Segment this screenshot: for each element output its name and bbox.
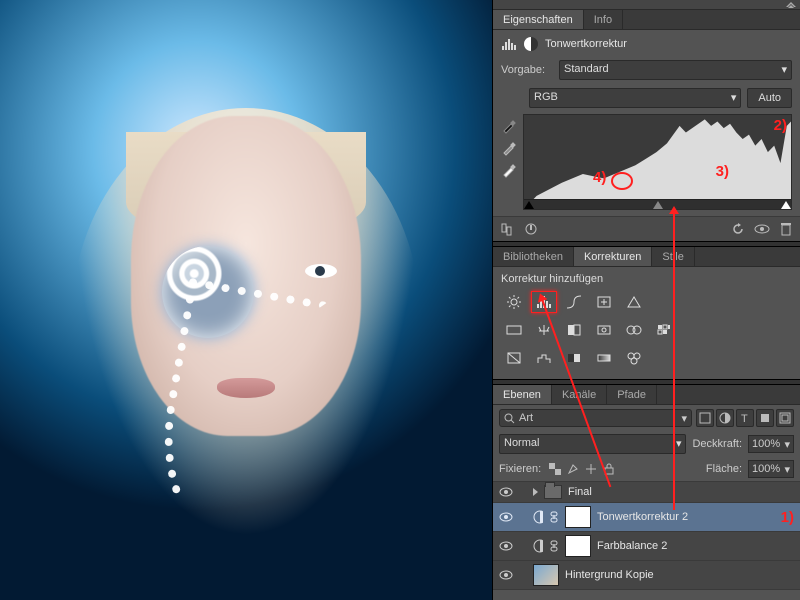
adj-brightness-icon[interactable] [501,291,527,313]
adj-selectivecolor-icon[interactable] [621,347,647,369]
preset-select[interactable]: Standard▾ [559,60,792,80]
group-name[interactable]: Final [568,486,592,498]
visibility-toggle-icon[interactable] [499,485,513,499]
panel-collapse-bar[interactable] [493,0,800,10]
tab-layers[interactable]: Ebenen [493,385,552,404]
right-panel-dock: Eigenschaften Info Tonwertkorrektur Vorg… [492,0,800,600]
lock-row: Fixieren: Fläche: 100%▾ [493,457,800,482]
layer-row[interactable]: Farbbalance 2 [493,532,800,561]
folder-icon [544,485,562,499]
tab-libraries[interactable]: Bibliotheken [493,247,574,266]
reset-icon[interactable] [730,221,746,237]
annotation-1: 1) [781,509,794,526]
blend-mode-row: Normal▾ Deckkraft: 100%▾ [493,431,800,457]
eyedropper-black-icon[interactable] [501,118,517,134]
filter-shape-icon[interactable] [756,409,774,427]
visibility-toggle-icon[interactable] [499,568,513,582]
pin-icon[interactable] [499,221,515,237]
adjustment-name: Tonwertkorrektur [545,38,627,50]
layer-row[interactable]: Hintergrund Kopie [493,561,800,590]
tab-properties[interactable]: Eigenschaften [493,10,584,29]
adj-colorlookup-icon[interactable] [651,319,677,341]
properties-tabbar: Eigenschaften Info [493,10,800,30]
auto-button[interactable]: Auto [747,88,792,108]
properties-panel: Tonwertkorrektur Vorgabe: Standard▾ RGB▾… [493,30,800,216]
levels-icon [501,36,517,52]
canvas-image [0,0,492,600]
tab-corrections[interactable]: Korrekturen [574,247,652,266]
preset-label: Vorgabe: [501,64,553,76]
link-icon[interactable] [549,510,559,524]
adj-curves-icon[interactable] [561,291,587,313]
opacity-label: Deckkraft: [692,438,742,450]
adjustment-layer-icon [533,539,543,553]
filter-pixel-icon[interactable] [696,409,714,427]
adj-invert-icon[interactable] [501,347,527,369]
layer-filter-select[interactable]: Art ▾ [499,409,692,427]
corrections-tabbar: Bibliotheken Korrekturen Stile [493,247,800,267]
fill-label: Fläche: [706,463,742,475]
adj-levels-icon[interactable] [531,291,557,313]
lock-transparency-icon[interactable] [547,461,563,477]
add-correction-label: Korrektur hinzufügen [501,273,792,285]
trash-icon[interactable] [778,221,794,237]
tab-styles[interactable]: Stile [652,247,694,266]
layers-filter-bar: Art ▾ T [493,405,800,431]
visibility-icon[interactable] [754,221,770,237]
lock-all-icon[interactable] [601,461,617,477]
layer-row-selected[interactable]: Tonwertkorrektur 2 1) [493,503,800,532]
adj-colorbalance-icon[interactable] [531,319,557,341]
filter-type-icon[interactable]: T [736,409,754,427]
layer-group-row[interactable]: Final [493,482,800,503]
visibility-toggle-icon[interactable] [499,510,513,524]
tab-paths[interactable]: Pfade [607,385,657,404]
clip-icon[interactable] [523,221,539,237]
adj-bw-icon[interactable] [561,319,587,341]
adj-exposure-icon[interactable] [591,291,617,313]
expand-arrow-icon[interactable] [533,488,538,496]
histogram[interactable]: 2) 3) [523,114,792,210]
channel-select[interactable]: RGB▾ [529,88,741,108]
layers-list: Final Tonwertkorrektur 2 1) Farbbalance … [493,482,800,590]
lock-position-icon[interactable] [583,461,599,477]
svg-text:T: T [741,413,748,424]
blend-mode-select[interactable]: Normal▾ [499,434,686,454]
mask-icon[interactable] [523,36,539,52]
layer-name[interactable]: Hintergrund Kopie [565,569,654,581]
adj-photofilter-icon[interactable] [591,319,617,341]
adj-posterize-icon[interactable] [531,347,557,369]
tab-channels[interactable]: Kanäle [552,385,607,404]
layers-tabbar: Ebenen Kanäle Pfade [493,385,800,405]
adjustment-layer-icon [533,510,543,524]
filter-adjustment-icon[interactable] [716,409,734,427]
adj-threshold-icon[interactable] [561,347,587,369]
adj-channelmixer-icon[interactable] [621,319,647,341]
lock-pixels-icon[interactable] [565,461,581,477]
opacity-input[interactable]: 100%▾ [748,435,794,453]
layer-mask-thumbnail[interactable] [565,506,591,528]
adj-vibrance-icon[interactable] [621,291,647,313]
corrections-panel: Korrektur hinzufügen [493,267,800,379]
filter-smart-icon[interactable] [776,409,794,427]
adj-hue-icon[interactable] [501,319,527,341]
levels-input-slider[interactable] [524,199,791,209]
eyedropper-white-icon[interactable] [501,162,517,178]
lock-label: Fixieren: [499,463,541,475]
document-canvas[interactable] [0,0,492,600]
visibility-toggle-icon[interactable] [499,539,513,553]
adj-gradientmap-icon[interactable] [591,347,617,369]
link-icon[interactable] [549,539,559,553]
properties-footer [493,216,800,241]
layer-mask-thumbnail[interactable] [565,535,591,557]
tab-info[interactable]: Info [584,10,623,29]
layer-name[interactable]: Farbbalance 2 [597,540,667,552]
fill-input[interactable]: 100%▾ [748,460,794,478]
eyedropper-gray-icon[interactable] [501,140,517,156]
layer-thumbnail[interactable] [533,564,559,586]
layer-name[interactable]: Tonwertkorrektur 2 [597,511,688,523]
